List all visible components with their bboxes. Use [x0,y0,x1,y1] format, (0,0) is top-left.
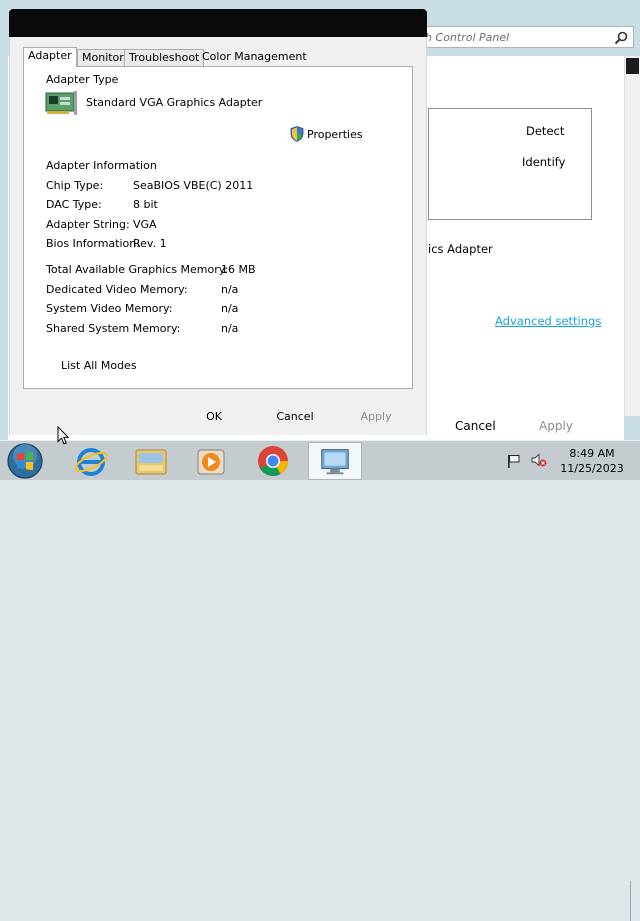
adapter-info-heading: Adapter Information [46,159,157,172]
tab-monitor[interactable]: Monitor [77,49,129,66]
chrome-icon[interactable] [246,442,300,480]
system-video-memory-label: System Video Memory: [46,302,173,315]
search-icon[interactable] [613,30,629,46]
dialog-body: Adapter Monitor Troubleshoot Color Manag… [9,37,427,435]
adapter-type-heading: Adapter Type [46,73,119,86]
properties-label: Properties [307,127,363,141]
dialog-titlebar[interactable] [9,9,427,37]
display-settings-icon[interactable] [308,442,362,480]
adapter-tab-panel: Adapter Type Standard VGA Graphics Adapt… [23,66,413,389]
properties-button[interactable]: Properties [290,125,363,143]
search-placeholder: ch Control Panel [419,31,510,44]
start-orb-icon[interactable] [5,442,45,480]
dac-type-label: DAC Type: [46,198,102,211]
dedicated-video-memory-label: Dedicated Video Memory: [46,283,188,296]
adapter-properties-dialog: Adapter Monitor Troubleshoot Color Manag… [9,9,427,435]
taskbar-clock[interactable]: 8:49 AM 11/25/2023 [558,446,626,476]
graphics-card-icon [45,91,77,115]
tab-color-management[interactable]: Color Management [198,49,311,66]
chip-type-value: SeaBIOS VBE(C) 2011 [133,179,254,192]
action-center-flag-icon[interactable] [506,453,522,469]
total-graphics-memory-label: Total Available Graphics Memory: [46,263,229,276]
total-graphics-memory-value: 16 MB [221,263,256,276]
bg-apply-button[interactable]: Apply [539,419,573,433]
tab-adapter[interactable]: Adapter [23,47,77,67]
list-all-modes-button[interactable]: List All Modes [61,359,137,372]
adapter-name: Standard VGA Graphics Adapter [86,96,263,109]
monitor-preview-box[interactable] [428,108,592,220]
adapter-string-value: VGA [133,218,157,231]
bios-info-label: Bios Information: [46,237,140,250]
mouse-cursor-icon [57,426,69,445]
scrollbar[interactable] [624,56,640,416]
adapter-string-label: Adapter String: [46,218,130,231]
tab-troubleshoot[interactable]: Troubleshoot [124,49,205,66]
bg-cancel-button[interactable]: Cancel [455,419,496,433]
internet-explorer-icon[interactable] [64,442,118,480]
clock-date: 11/25/2023 [560,462,624,475]
clock-time: 8:49 AM [569,447,615,460]
scrollbar-thumb[interactable] [626,58,639,74]
shared-system-memory-value: n/a [221,322,239,335]
file-explorer-icon[interactable] [124,442,178,480]
cancel-button[interactable]: Cancel [259,407,331,427]
show-desktop-button[interactable] [630,881,640,921]
search-box[interactable]: ch Control Panel [414,26,634,48]
dac-type-value: 8 bit [133,198,158,211]
ok-button[interactable]: OK [178,407,250,427]
display-adapter-text: ics Adapter [428,242,493,256]
apply-button[interactable]: Apply [340,407,412,427]
dedicated-video-memory-value: n/a [221,283,239,296]
shared-system-memory-label: Shared System Memory: [46,322,181,335]
advanced-settings-link[interactable]: Advanced settings [495,314,601,328]
detect-button[interactable]: Detect [526,124,564,138]
identify-button[interactable]: Identify [522,155,565,169]
media-player-icon[interactable] [184,442,238,480]
system-video-memory-value: n/a [221,302,239,315]
uac-shield-icon [290,126,304,142]
chip-type-label: Chip Type: [46,179,104,192]
bios-info-value: Rev. 1 [133,237,167,250]
speaker-muted-icon[interactable] [531,452,547,468]
